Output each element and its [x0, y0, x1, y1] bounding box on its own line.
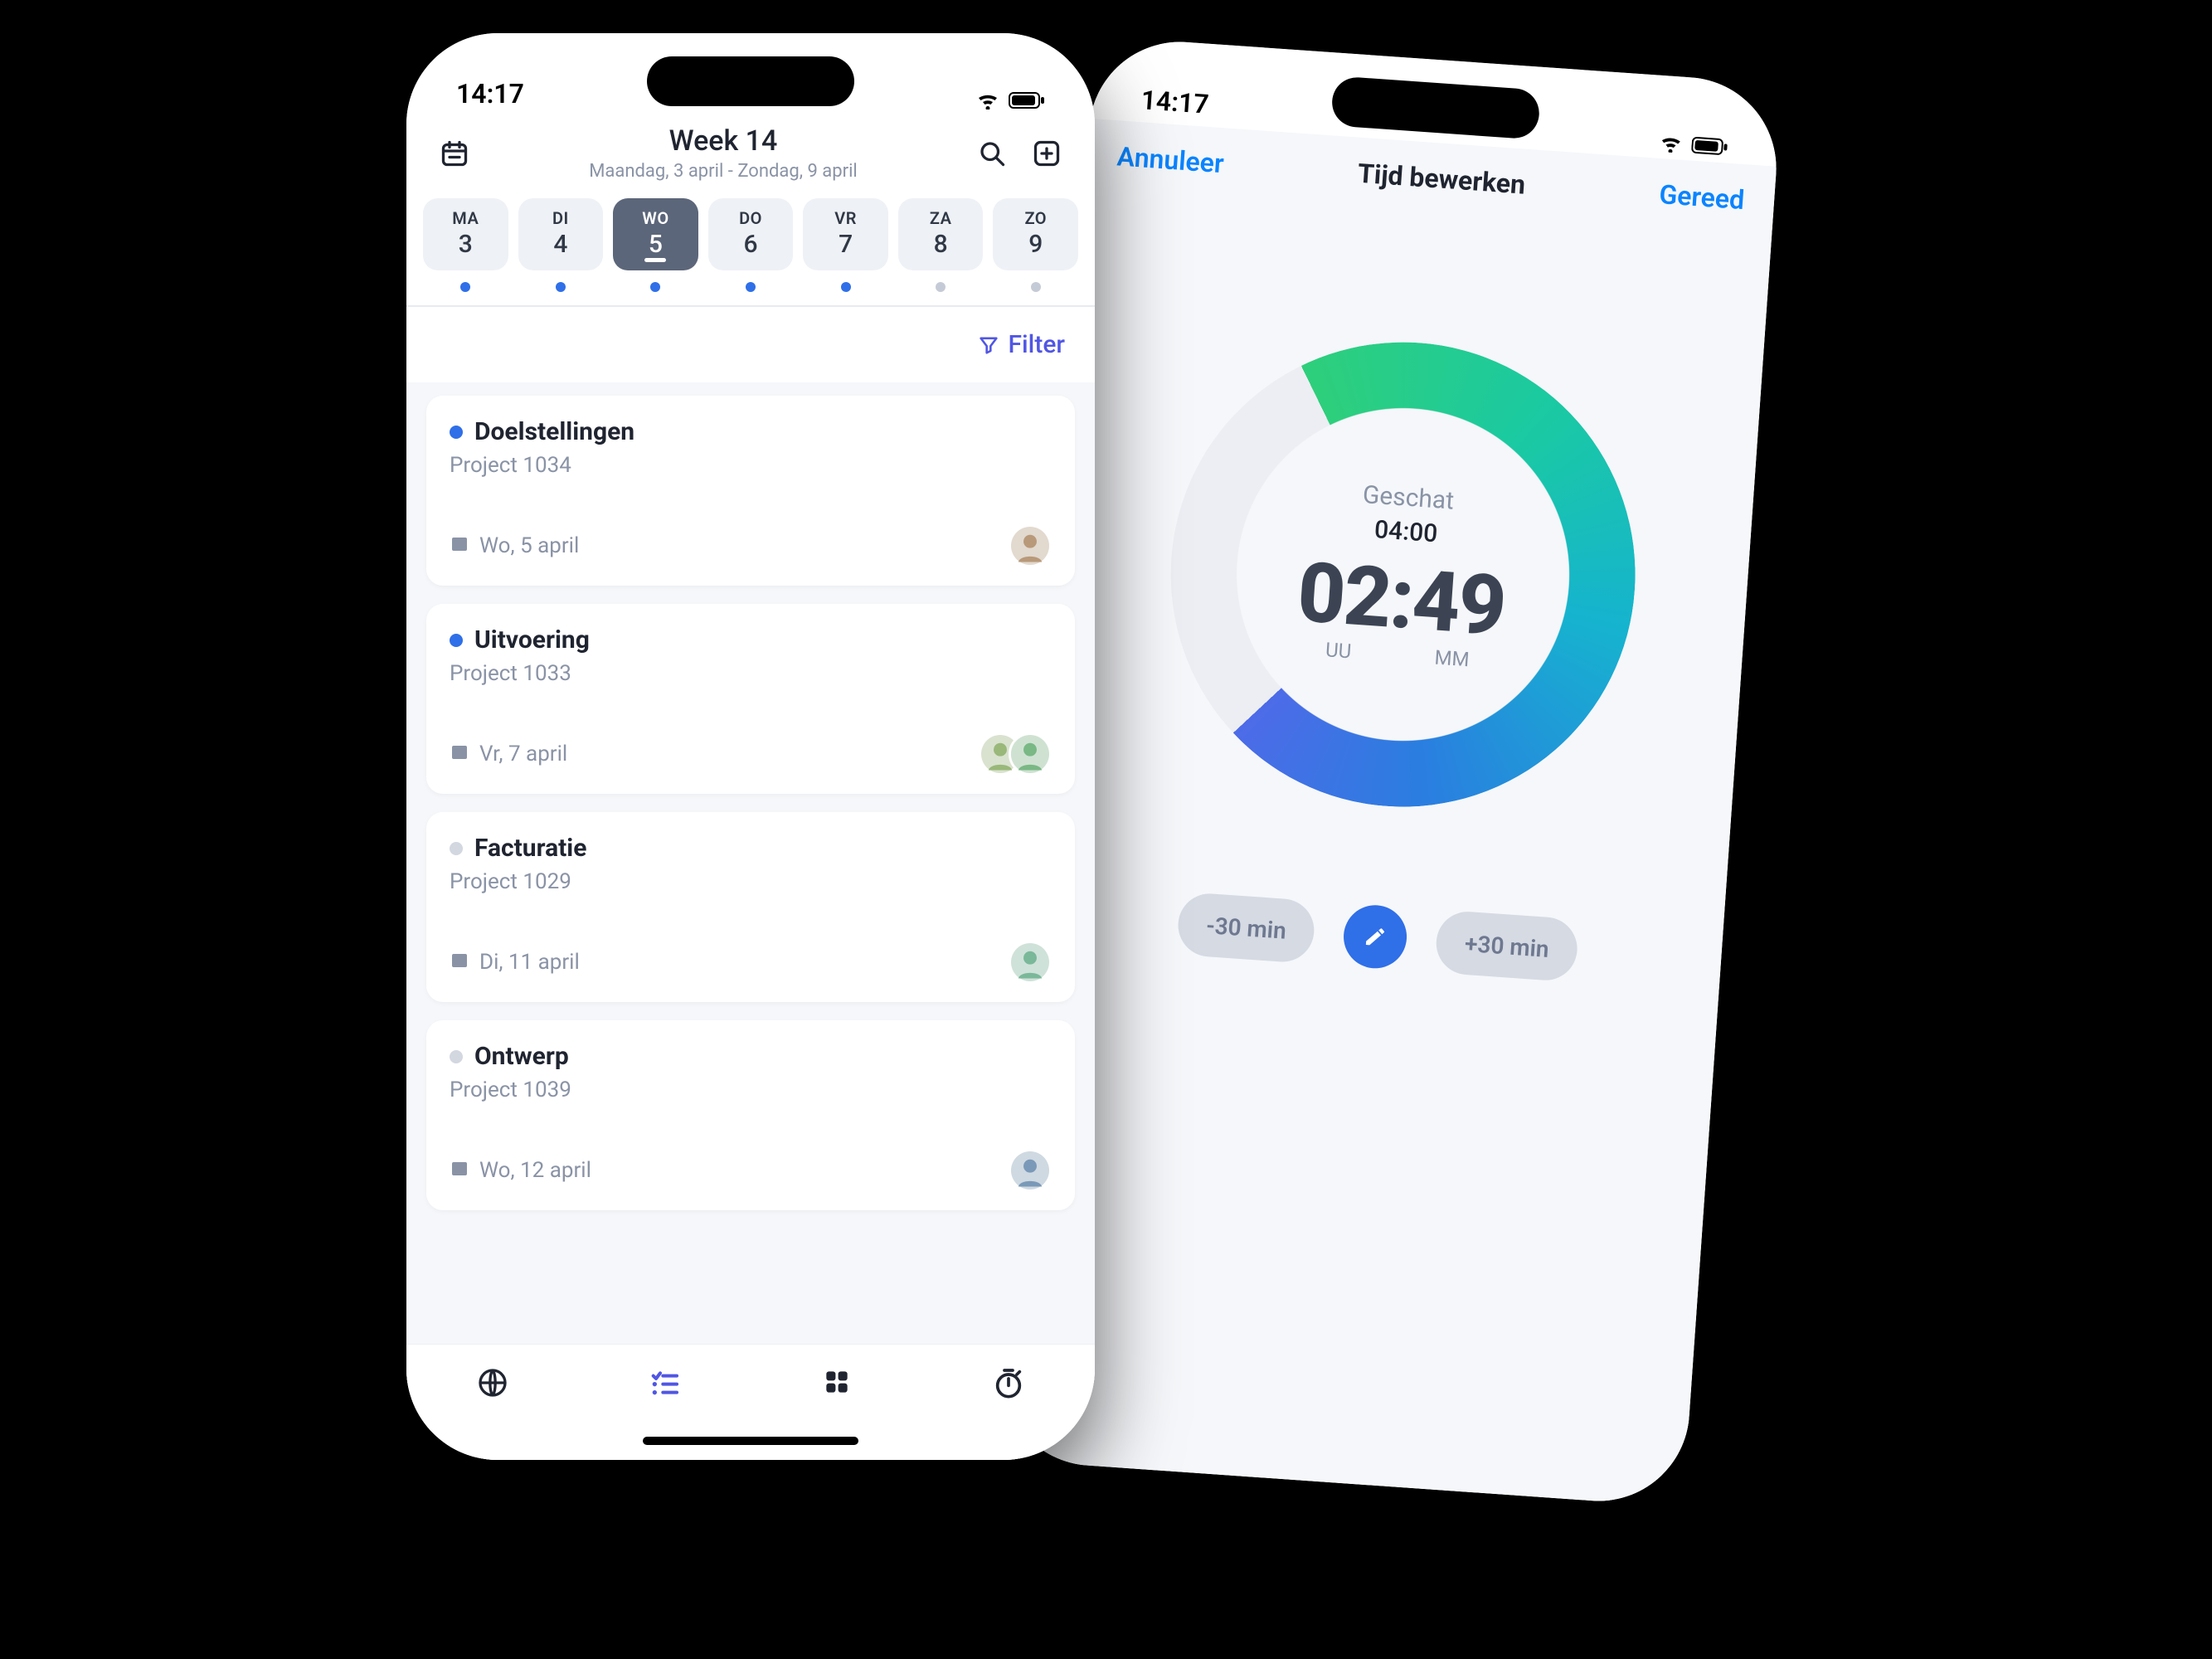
- day-dot: [746, 282, 756, 292]
- phone-planning: 14:17: [406, 33, 1095, 1460]
- battery-icon: [1691, 136, 1728, 157]
- minus-30-button[interactable]: -30 min: [1176, 892, 1316, 964]
- calendar-icon: [450, 950, 469, 975]
- day-dot: [650, 282, 660, 292]
- wifi-icon: [975, 91, 1000, 109]
- task-card[interactable]: Facturatie Project 1029 Di, 11 april: [426, 812, 1075, 1002]
- nav-timer[interactable]: [923, 1366, 1096, 1399]
- add-button[interactable]: [1023, 130, 1070, 177]
- day-di[interactable]: DI4: [518, 198, 604, 292]
- task-card[interactable]: Doelstellingen Project 1034 Wo, 5 april: [426, 396, 1075, 586]
- day-wo[interactable]: WO5: [613, 198, 698, 292]
- week-row: MA3DI4WO5DO6VR7ZA8ZO9: [406, 193, 1095, 300]
- card-subtitle: Project 1029: [450, 869, 1052, 894]
- header-subtitle: Maandag, 3 april - Zondag, 9 april: [486, 161, 960, 182]
- filter-label: Filter: [1009, 330, 1065, 359]
- day-num: 9: [993, 230, 1078, 259]
- day-dot: [1031, 282, 1041, 292]
- home-indicator: [643, 1437, 858, 1445]
- day-zo[interactable]: ZO9: [993, 198, 1078, 292]
- card-title: Ontwerp: [474, 1042, 569, 1071]
- day-dot: [841, 282, 851, 292]
- header: Week 14 Maandag, 3 april - Zondag, 9 apr…: [406, 116, 1095, 193]
- day-dot: [556, 282, 566, 292]
- edit-button[interactable]: [1342, 903, 1409, 971]
- phone-editor: 14:17 Annuleer Tijd bewerken Gereed: [996, 36, 1782, 1507]
- status-dot: [450, 842, 463, 855]
- filter-icon: [977, 333, 1000, 357]
- day-num: 7: [803, 230, 888, 259]
- day-za[interactable]: ZA8: [898, 198, 984, 292]
- search-button[interactable]: [969, 130, 1015, 177]
- avatar-group: [1009, 941, 1052, 984]
- battery-icon: [1009, 91, 1045, 109]
- day-abbr: ZA: [898, 208, 984, 228]
- task-card[interactable]: Uitvoering Project 1033 Vr, 7 april: [426, 604, 1075, 794]
- card-title: Doelstellingen: [474, 417, 634, 446]
- done-button[interactable]: Gereed: [1658, 178, 1745, 216]
- avatar-group: [1009, 1149, 1052, 1192]
- day-num: 8: [898, 230, 984, 259]
- status-dot: [450, 426, 463, 439]
- avatar: [1009, 941, 1052, 984]
- card-date: Wo, 5 april: [450, 533, 579, 559]
- calendar-icon: [450, 742, 469, 767]
- avatar-group: [979, 732, 1052, 776]
- avatar: [1009, 732, 1052, 776]
- day-ma[interactable]: MA3: [423, 198, 508, 292]
- day-dot: [460, 282, 470, 292]
- card-date: Wo, 12 april: [450, 1158, 591, 1184]
- sheet-title: Tijd bewerken: [1357, 158, 1527, 201]
- avatar: [1009, 1149, 1052, 1192]
- day-num: 3: [423, 230, 508, 259]
- day-abbr: VR: [803, 208, 888, 228]
- plus-30-button[interactable]: +30 min: [1435, 910, 1579, 983]
- day-do[interactable]: DO6: [708, 198, 794, 292]
- calendar-button[interactable]: [431, 130, 478, 177]
- day-dot: [936, 282, 946, 292]
- wifi-icon: [1658, 134, 1684, 153]
- calendar-icon: [450, 533, 469, 559]
- day-num: 6: [708, 230, 794, 259]
- card-title: Facturatie: [474, 834, 586, 863]
- status-time: 14:17: [456, 78, 524, 109]
- avatar: [1009, 524, 1052, 567]
- status-dot: [450, 1050, 463, 1063]
- card-title: Uitvoering: [474, 625, 590, 654]
- card-subtitle: Project 1034: [450, 453, 1052, 478]
- avatar-group: [1009, 524, 1052, 567]
- card-subtitle: Project 1033: [450, 661, 1052, 686]
- day-vr[interactable]: VR7: [803, 198, 888, 292]
- nav-grid[interactable]: [751, 1366, 923, 1398]
- calendar-icon: [450, 1158, 469, 1184]
- filter-button[interactable]: Filter: [977, 330, 1065, 359]
- day-num: 5: [613, 230, 698, 259]
- nav-list[interactable]: [579, 1366, 751, 1399]
- day-num: 4: [518, 230, 604, 259]
- card-subtitle: Project 1039: [450, 1078, 1052, 1102]
- status-time: 14:17: [1140, 84, 1209, 120]
- card-date: Di, 11 april: [450, 950, 580, 975]
- notch: [647, 56, 854, 106]
- day-abbr: DI: [518, 208, 604, 228]
- day-abbr: MA: [423, 208, 508, 228]
- bottom-nav: [406, 1344, 1095, 1460]
- task-list[interactable]: Doelstellingen Project 1034 Wo, 5 april Uit…: [406, 382, 1095, 1460]
- card-date: Vr, 7 april: [450, 742, 567, 767]
- cancel-button[interactable]: Annuleer: [1116, 140, 1225, 179]
- status-dot: [450, 634, 463, 647]
- day-abbr: DO: [708, 208, 794, 228]
- nav-globe[interactable]: [406, 1366, 579, 1399]
- header-title: Week 14: [486, 124, 960, 158]
- day-abbr: WO: [613, 208, 698, 228]
- time-ring[interactable]: Geschat 04:00 02:49 UU MM: [1155, 327, 1651, 823]
- day-abbr: ZO: [993, 208, 1078, 228]
- task-card[interactable]: Ontwerp Project 1039 Wo, 12 april: [426, 1020, 1075, 1210]
